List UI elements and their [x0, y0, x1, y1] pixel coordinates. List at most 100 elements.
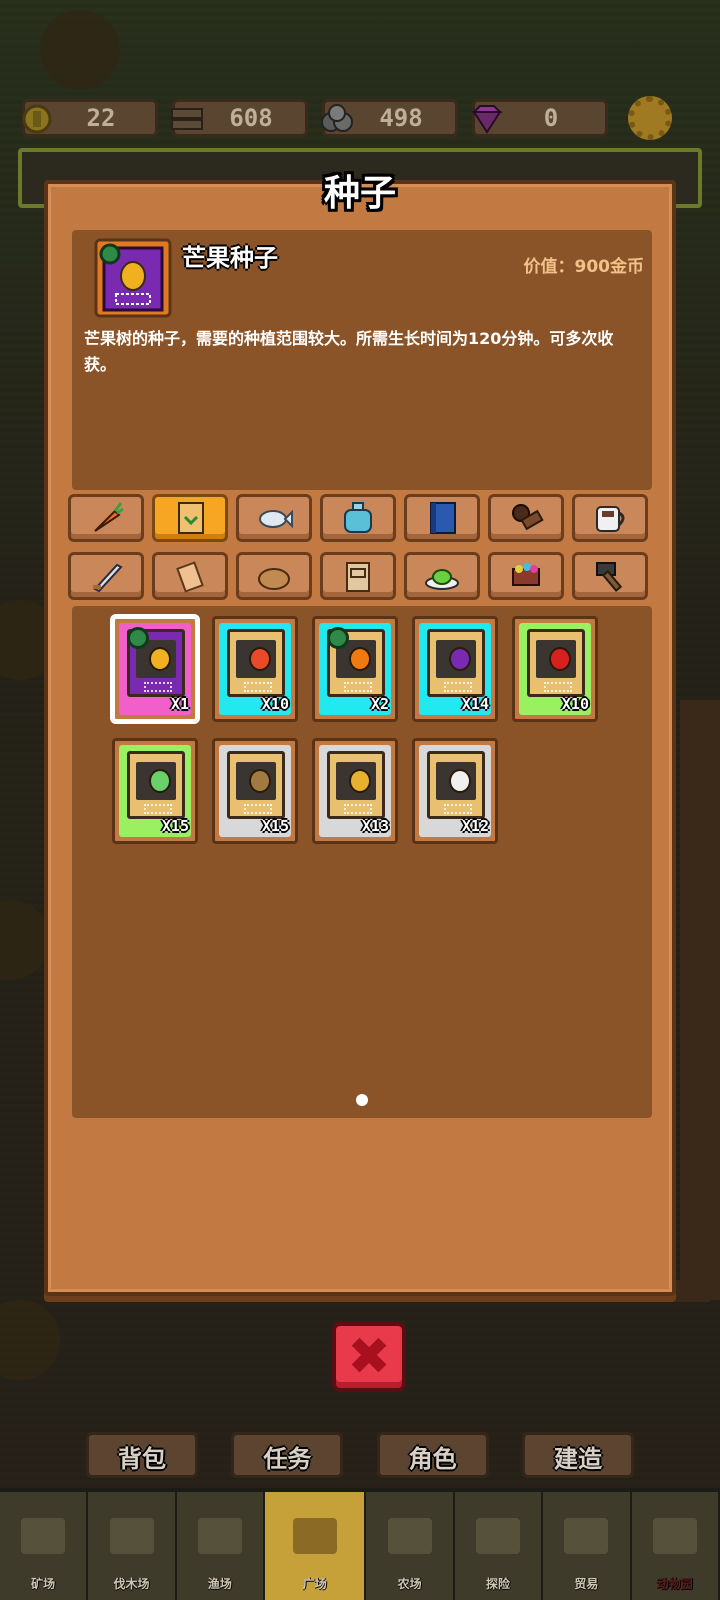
category-row — [68, 494, 658, 542]
category-tab-carrot[interactable] — [68, 494, 144, 542]
modal-title: 种子 — [323, 173, 396, 214]
cup-icon — [596, 506, 625, 532]
slot-quantity: X15 — [161, 817, 189, 835]
gem-counter: 0 — [469, 98, 608, 140]
category-tab-dish[interactable] — [404, 552, 480, 600]
inventory-slot-orange-seed[interactable]: X2 — [312, 616, 398, 722]
bread-icon — [258, 568, 290, 590]
category-tab-book[interactable] — [404, 494, 480, 542]
tab-3[interactable]: 广场 — [265, 1492, 367, 1600]
tab-5[interactable]: 探险 — [454, 1492, 544, 1600]
tab-label: 矿场 — [31, 1577, 56, 1591]
slot-quantity: X14 — [461, 695, 489, 713]
inventory-slots: X1 X10 X2 X14 X10 X15 X15 X13 X12 — [110, 614, 612, 844]
category-tab-potion[interactable] — [320, 494, 396, 542]
slot-quantity: X12 — [461, 817, 489, 835]
tomato-seed-icon — [227, 629, 285, 697]
tab-building-icon — [21, 1518, 66, 1554]
tab-2[interactable]: 渔场 — [176, 1492, 266, 1600]
wheat-seed-icon — [327, 751, 385, 819]
slot-quantity: X10 — [261, 695, 289, 713]
hammer-icon — [596, 562, 623, 592]
potato-seed-icon — [227, 751, 285, 819]
category-tab-fish[interactable] — [236, 494, 312, 542]
scroll-icon — [176, 561, 204, 593]
item-name: 芒果种子 — [182, 244, 278, 272]
tab-1[interactable]: 伐木场 — [88, 1492, 177, 1600]
wood-counter: 608 — [171, 99, 308, 137]
tab-building-icon — [652, 1518, 697, 1554]
build-label: 建造 — [553, 1445, 602, 1473]
stone-icon — [319, 98, 355, 140]
cabbage-seed-icon — [127, 751, 185, 819]
gem-value: 0 — [543, 104, 559, 132]
tab-4[interactable]: 农场 — [366, 1492, 455, 1600]
tasks-label: 任务 — [263, 1445, 312, 1473]
category-tab-coffee-beans[interactable] — [488, 494, 564, 542]
tab-7[interactable]: 动物园 — [631, 1492, 720, 1600]
cart-icon — [512, 563, 540, 586]
inventory-slot-potato-seed[interactable]: X15 — [212, 738, 298, 844]
close-button[interactable]: ✖ — [332, 1322, 406, 1392]
rare-badge-icon — [127, 627, 149, 649]
potion-icon — [344, 502, 372, 533]
settings-gear-icon[interactable] — [628, 96, 672, 140]
mango-seed-icon — [94, 238, 172, 318]
category-tab-frame[interactable] — [320, 552, 396, 600]
backpack-button[interactable]: 背包 — [86, 1414, 198, 1478]
tab-label: 动物园 — [656, 1577, 693, 1591]
tab-label: 贸易 — [574, 1577, 599, 1591]
tab-building-icon — [109, 1518, 154, 1554]
frame-icon — [346, 562, 370, 592]
coin-icon — [19, 98, 55, 140]
chili-seed-icon — [527, 629, 585, 697]
radish-seed-icon — [427, 751, 485, 819]
fish-icon — [259, 509, 293, 529]
category-tabs — [68, 494, 658, 610]
bottom-tab-bar: 矿场 伐木场 渔场 广场 农场 探险 贸易 动物园 — [0, 1488, 720, 1600]
coin-value: 22 — [86, 104, 116, 132]
slot-quantity: X13 — [361, 817, 389, 835]
category-tab-bread[interactable] — [236, 552, 312, 600]
carrot-icon — [94, 502, 124, 532]
inventory-slot-radish-seed[interactable]: X12 — [412, 738, 498, 844]
category-row — [68, 552, 658, 600]
seed-packet-icon — [178, 502, 204, 534]
inventory-slot-chili-seed[interactable]: X10 — [512, 616, 598, 722]
inventory-slot-eggplant-seed[interactable]: X14 — [412, 616, 498, 722]
inventory-slot-wheat-seed[interactable]: X13 — [312, 738, 398, 844]
tab-0[interactable]: 矿场 — [0, 1492, 89, 1600]
close-icon: ✖ — [347, 1327, 391, 1387]
tab-6[interactable]: 贸易 — [543, 1492, 632, 1600]
slot-quantity: X15 — [261, 817, 289, 835]
tab-building-icon — [564, 1518, 609, 1554]
inventory-grid-panel: X1 X10 X2 X14 X10 X15 X15 X13 X12 — [72, 606, 652, 1118]
coffee-beans-icon — [512, 504, 544, 531]
tab-label: 广场 — [302, 1577, 327, 1591]
gem-icon — [469, 98, 505, 140]
inventory-slot-cabbage-seed[interactable]: X15 — [112, 738, 198, 844]
stone-value: 498 — [379, 104, 423, 132]
tab-building-icon — [387, 1518, 432, 1554]
slot-quantity: X1 — [170, 695, 189, 713]
coin-counter: 22 — [22, 99, 158, 137]
category-tab-cart[interactable] — [488, 552, 564, 600]
category-tab-sword[interactable] — [68, 552, 144, 600]
character-label: 角色 — [408, 1445, 457, 1473]
sword-icon — [93, 563, 123, 593]
tab-label: 伐木场 — [113, 1577, 150, 1591]
stone-counter: 498 — [319, 98, 458, 140]
seed-inventory-modal: 种子 芒果种子 价值：900金币 芒果树的种子，需要的种植范围较大。所需生长时间… — [44, 173, 676, 1296]
tasks-button[interactable]: 任务 — [231, 1414, 344, 1478]
category-tab-hammer[interactable] — [572, 552, 648, 600]
category-tab-seed-packet[interactable] — [152, 494, 228, 542]
category-tab-cup[interactable] — [572, 494, 648, 542]
tab-building-icon — [476, 1518, 521, 1554]
category-tab-scroll[interactable] — [152, 552, 228, 600]
wood-value: 608 — [229, 104, 273, 132]
inventory-slot-tomato-seed[interactable]: X10 — [212, 616, 298, 722]
inventory-slot-mango-seed[interactable]: X1 — [110, 614, 200, 724]
build-button[interactable]: 建造 — [521, 1414, 634, 1478]
resource-bar: 22 608 498 0 — [22, 96, 698, 140]
character-button[interactable]: 角色 — [376, 1414, 489, 1478]
